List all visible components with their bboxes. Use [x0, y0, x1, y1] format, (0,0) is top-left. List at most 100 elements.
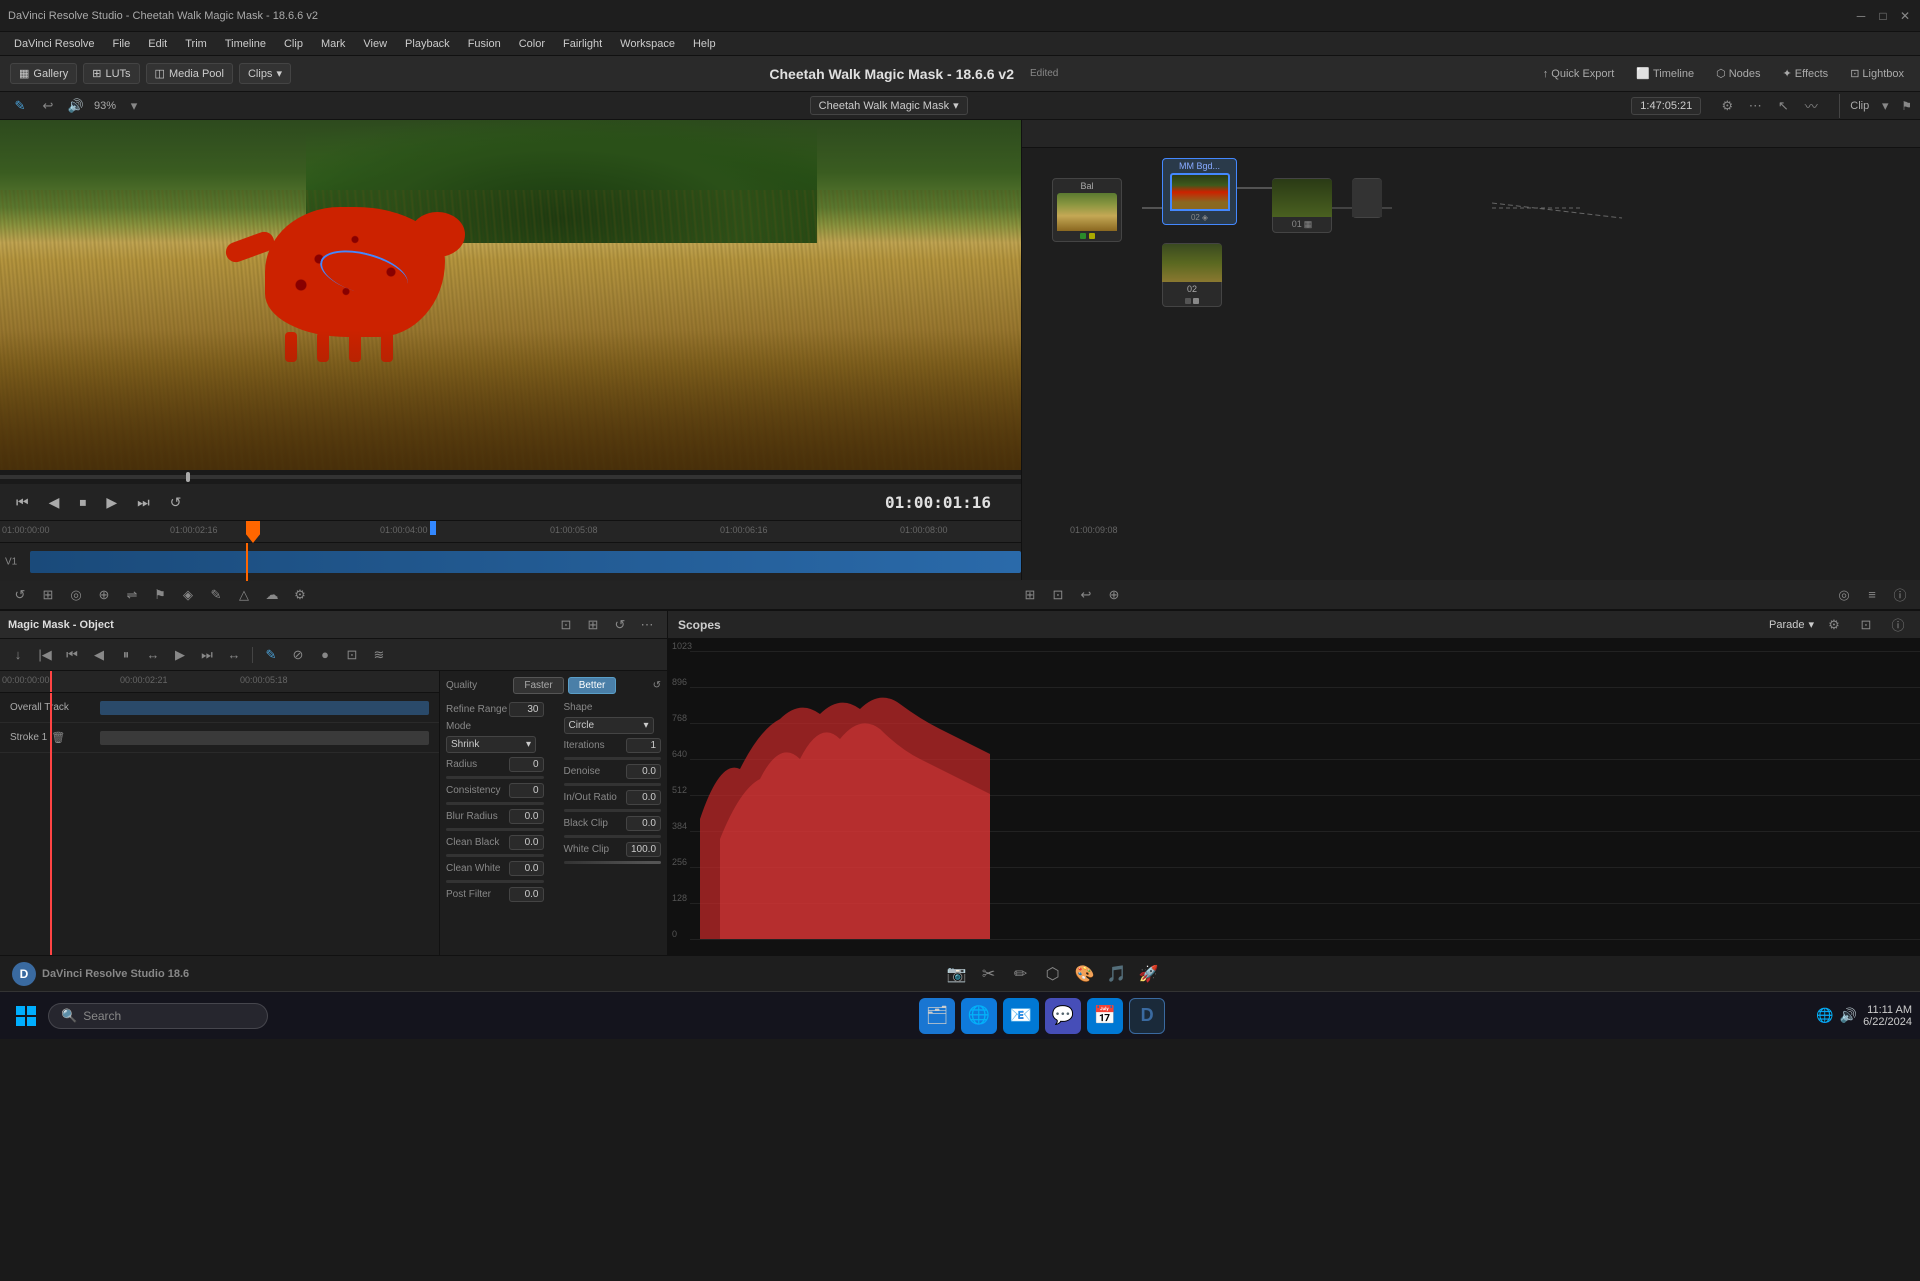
tool-refresh-btn[interactable]: ↺ [8, 583, 32, 607]
tool-shapes-btn[interactable]: △ [232, 583, 256, 607]
shape-dropdown[interactable]: Circle ▾ [564, 717, 654, 734]
clip-name-dropdown[interactable]: Cheetah Walk Magic Mask ▾ [810, 96, 968, 115]
taskbar-teams-icon[interactable]: 💬 [1045, 998, 1081, 1034]
post-filter-value[interactable]: 0.0 [509, 887, 544, 902]
quick-export-btn[interactable]: ↑ Quick Export [1537, 66, 1620, 82]
radius-value[interactable]: 0 [509, 757, 544, 772]
mm-pause-btn[interactable]: ⏸ [114, 643, 138, 667]
menu-help[interactable]: Help [685, 36, 724, 52]
menu-fairlight[interactable]: Fairlight [555, 36, 610, 52]
clean-black-value[interactable]: 0.0 [509, 835, 544, 850]
mode-dropdown[interactable]: Shrink ▾ [446, 736, 536, 753]
media-page-icon[interactable]: 📷 [945, 962, 969, 986]
mm-fill-btn[interactable]: ● [313, 643, 337, 667]
taskbar-search[interactable]: 🔍 Search [48, 1003, 268, 1029]
mm-next-btn[interactable]: ⏭ [195, 643, 219, 667]
mm-prev-btn[interactable]: ⏮ [60, 643, 84, 667]
maximize-btn[interactable]: □ [1876, 9, 1890, 23]
menu-edit[interactable]: Edit [140, 36, 175, 52]
clean-black-slider[interactable] [446, 854, 544, 857]
consistency-value[interactable]: 0 [509, 783, 544, 798]
tool-arrows-btn[interactable]: ⇌ [120, 583, 144, 607]
undo-btn[interactable]: ↩ [36, 94, 60, 118]
fusion-page-icon[interactable]: ⬡ [1041, 962, 1065, 986]
quality-refresh-icon[interactable]: ↺ [653, 680, 661, 691]
mm-expand-btn[interactable]: ↔ [222, 643, 246, 667]
scope-expand-icon[interactable]: ⊡ [1854, 613, 1878, 637]
edit-page-icon[interactable]: ✏ [1009, 962, 1033, 986]
viewer-settings-btn[interactable]: ⚙ [1715, 94, 1739, 118]
effects-btn[interactable]: ✦ Effects [1777, 65, 1835, 82]
tool-cloud-btn[interactable]: ☁ [260, 583, 284, 607]
mm-split-icon[interactable]: ⊞ [581, 613, 605, 637]
consistency-slider[interactable] [446, 802, 544, 805]
stop-btn[interactable]: ⏹ [73, 492, 92, 513]
network-icon[interactable]: 🌐 [1816, 1007, 1833, 1024]
iterations-value[interactable]: 1 [626, 738, 661, 753]
node-mmbgd[interactable]: MM Bgd... 02 ◈ [1162, 158, 1237, 225]
skip-to-start-btn[interactable]: ⏮ [10, 492, 35, 513]
gallery-btn[interactable]: ▦ Gallery [10, 63, 77, 84]
black-clip-slider[interactable] [564, 835, 662, 838]
lightbox-btn[interactable]: ⊡ Lightbox [1844, 65, 1910, 82]
menu-view[interactable]: View [355, 36, 395, 52]
mm-back-btn[interactable]: ◀ [87, 643, 111, 667]
tool-center-2[interactable]: ⊡ [1046, 583, 1070, 607]
audio-btn[interactable]: 🔊 [64, 94, 88, 118]
mm-more-icon[interactable]: ⋯ [635, 613, 659, 637]
clean-white-value[interactable]: 0.0 [509, 861, 544, 876]
clip-toggle-icon[interactable]: ▾ [1873, 94, 1897, 118]
tool-center-1[interactable]: ⊞ [1018, 583, 1042, 607]
deliver-page-icon[interactable]: 🚀 [1137, 962, 1161, 986]
waveform-icon[interactable]: 〰 [1799, 94, 1823, 118]
refine-range-value[interactable]: 30 [509, 702, 544, 717]
iterations-slider[interactable] [564, 757, 662, 760]
scrubber[interactable] [0, 470, 1021, 484]
minimize-btn[interactable]: ─ [1854, 9, 1868, 23]
timecode-display[interactable]: 1:47:05:21 [1631, 97, 1701, 115]
mm-sync-icon[interactable]: ↺ [608, 613, 632, 637]
menu-timeline[interactable]: Timeline [217, 36, 274, 52]
faster-btn[interactable]: Faster [513, 677, 563, 694]
color-page-icon[interactable]: 🎨 [1073, 962, 1097, 986]
window-controls[interactable]: ─ □ ✕ [1854, 9, 1912, 23]
close-btn[interactable]: ✕ [1898, 9, 1912, 23]
taskbar-davinci-icon[interactable]: D [1129, 998, 1165, 1034]
menu-color[interactable]: Color [511, 36, 553, 52]
white-clip-value[interactable]: 100.0 [626, 842, 661, 857]
node-far-right[interactable] [1352, 178, 1382, 218]
mm-keyframe-btn[interactable]: |◀ [33, 643, 57, 667]
media-pool-btn[interactable]: ◫ Media Pool [146, 63, 233, 84]
menu-davinci[interactable]: DaVinci Resolve [6, 36, 103, 52]
node-02[interactable]: 02 [1162, 243, 1222, 307]
menu-playback[interactable]: Playback [397, 36, 458, 52]
taskbar-calendar-icon[interactable]: 📅 [1087, 998, 1123, 1034]
inout-value[interactable]: 0.0 [626, 790, 661, 805]
tool-diamond-btn[interactable]: ◈ [176, 583, 200, 607]
viewer-more-btn[interactable]: ⋯ [1743, 94, 1767, 118]
play-btn[interactable]: ▶ [100, 492, 123, 513]
radius-slider[interactable] [446, 776, 544, 779]
black-clip-value[interactable]: 0.0 [626, 816, 661, 831]
luts-btn[interactable]: ⊞ LUTs [83, 63, 139, 84]
skip-to-end-btn[interactable]: ⏭ [131, 492, 156, 513]
tool-anchor-btn[interactable]: ⊕ [92, 583, 116, 607]
tool-info-btn[interactable]: ⓘ [1888, 583, 1912, 607]
menu-workspace[interactable]: Workspace [612, 36, 683, 52]
cut-page-icon[interactable]: ✂ [977, 962, 1001, 986]
menu-trim[interactable]: Trim [177, 36, 215, 52]
fairlight-page-icon[interactable]: 🎵 [1105, 962, 1129, 986]
blur-slider[interactable] [446, 828, 544, 831]
better-btn[interactable]: Better [568, 677, 617, 694]
clips-btn[interactable]: Clips ▾ [239, 63, 291, 84]
white-clip-slider[interactable] [564, 861, 662, 864]
tool-grid-btn[interactable]: ⊞ [36, 583, 60, 607]
prev-frame-btn[interactable]: ◀ [43, 492, 66, 513]
blur-radius-value[interactable]: 0.0 [509, 809, 544, 824]
denoise-value[interactable]: 0.0 [626, 764, 661, 779]
mm-play-btn[interactable]: ▶ [168, 643, 192, 667]
mm-add-btn[interactable]: ↓ [6, 643, 30, 667]
menu-mark[interactable]: Mark [313, 36, 353, 52]
timeline-btn[interactable]: ⬜ Timeline [1630, 65, 1700, 82]
scope-info-icon[interactable]: ⓘ [1886, 613, 1910, 637]
